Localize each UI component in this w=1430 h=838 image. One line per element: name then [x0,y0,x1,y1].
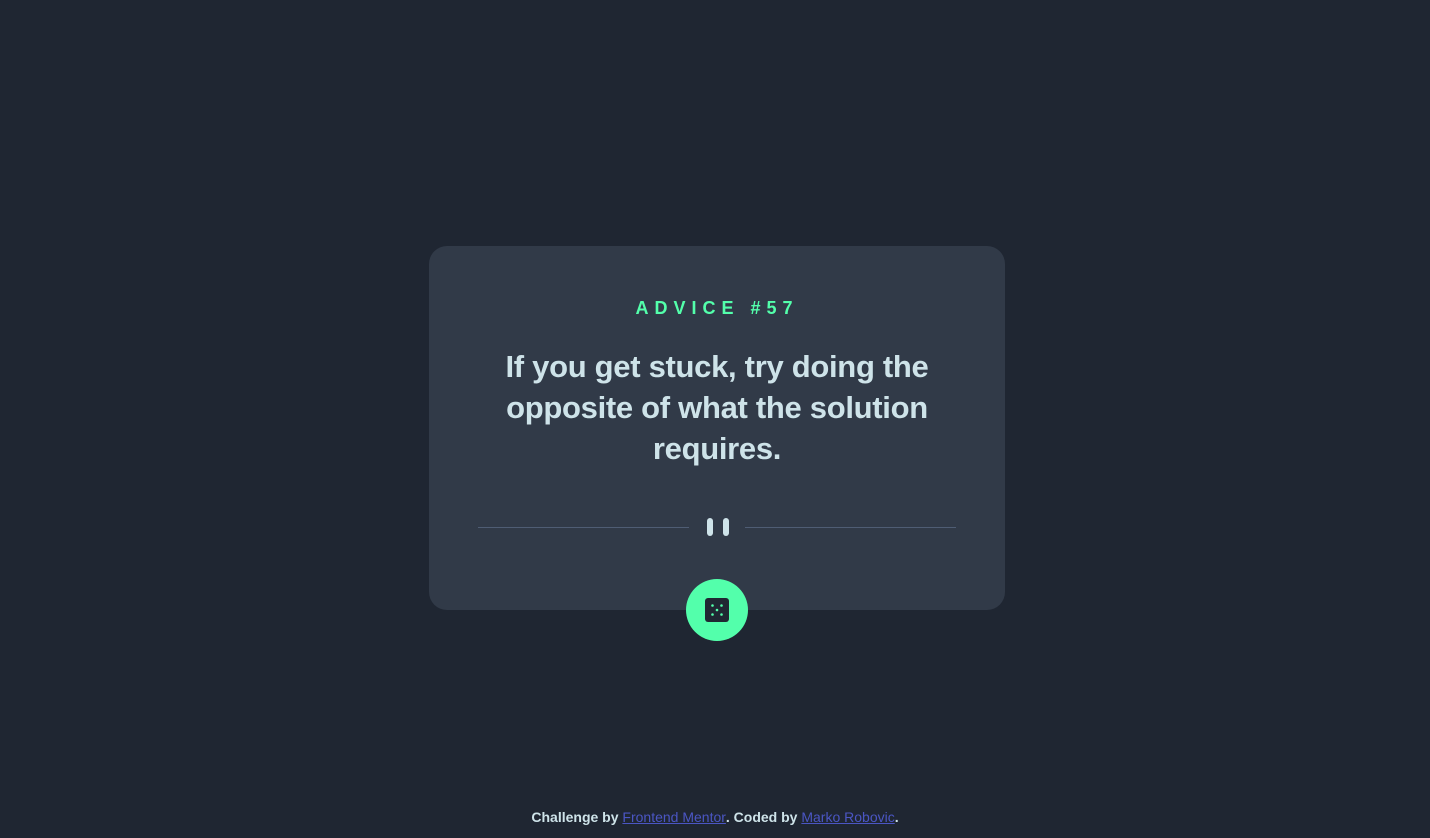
page: ADVICE #57 If you get stuck, try doing t… [0,0,1430,838]
pattern-divider [478,516,956,538]
footer-suffix: . [894,809,899,825]
pause-bar-right [723,518,729,536]
pause-bar-left [707,518,713,536]
dice-icon [705,598,729,622]
divider-line-left [478,527,689,528]
frontend-mentor-link[interactable]: Frontend Mentor [622,809,726,825]
footer-middle: . Coded by [725,809,802,825]
advice-quote: If you get stuck, try doing the opposite… [505,349,929,466]
generate-advice-button[interactable] [686,579,748,641]
attribution-footer: Challenge by Frontend Mentor. Coded by M… [0,808,1430,826]
pause-divider-icon [707,518,729,536]
advice-number: ADVICE #57 [635,298,799,318]
advice-card: ADVICE #57 If you get stuck, try doing t… [429,246,1005,610]
footer-prefix: Challenge by [531,809,623,825]
divider-line-right [745,527,956,528]
author-link[interactable]: Marko Robovic [801,809,894,825]
